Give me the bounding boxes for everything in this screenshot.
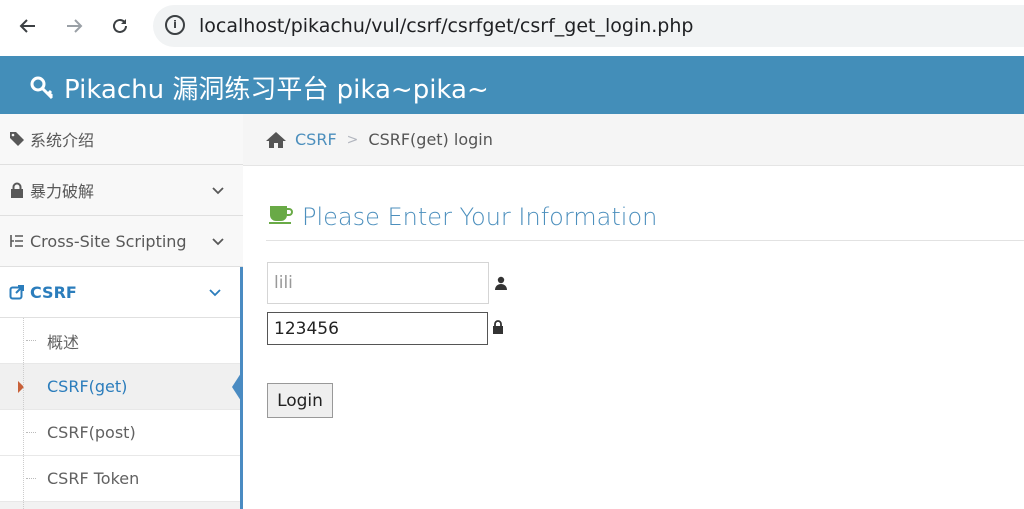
password-input[interactable]: 123456	[267, 312, 488, 345]
reload-icon[interactable]	[106, 12, 134, 40]
sidebar-item-label: Cross-Site Scripting	[30, 231, 187, 251]
title-divider	[266, 240, 1024, 241]
browser-toolbar: i localhost/pikachu/vul/csrf/csrfget/csr…	[0, 0, 1024, 56]
username-input[interactable]: lili	[267, 262, 489, 304]
key-icon	[30, 75, 56, 101]
page-title: Please Enter Your Information	[268, 203, 657, 231]
coffee-icon	[268, 203, 294, 231]
share-icon	[8, 284, 26, 300]
list-icon	[8, 233, 26, 249]
sidebar-subitem-csrf-post[interactable]: CSRF(post)	[0, 410, 241, 456]
sidebar-item-label: CSRF	[30, 282, 77, 302]
user-icon	[494, 276, 508, 295]
breadcrumb-link-csrf[interactable]: CSRF	[295, 130, 337, 149]
sidebar-item-csrf[interactable]: CSRF	[0, 267, 243, 318]
back-arrow-icon[interactable]	[14, 12, 42, 40]
lock-icon	[492, 320, 504, 339]
page-title-text: Please Enter Your Information	[302, 203, 658, 231]
brand-text: Pikachu 漏洞练习平台 pika~pika~	[64, 75, 489, 105]
sidebar-subitem-csrf-get[interactable]: CSRF(get)	[0, 364, 243, 410]
breadcrumb-current: CSRF(get) login	[368, 130, 493, 149]
home-icon[interactable]	[265, 131, 287, 149]
sidebar-subitem-overview[interactable]: 概述	[0, 318, 241, 364]
sidebar-item-xss[interactable]: Cross-Site Scripting	[0, 216, 243, 267]
subitem-label: CSRF(post)	[47, 423, 136, 442]
chevron-down-icon	[211, 183, 225, 202]
open-menu-border	[240, 267, 243, 509]
subitem-label: CSRF(get)	[47, 377, 128, 396]
sidebar-item-intro[interactable]: 系统介绍	[0, 114, 243, 165]
lock-icon	[8, 182, 26, 198]
site-info-icon[interactable]: i	[165, 15, 185, 35]
tree-line	[23, 318, 24, 509]
url-text[interactable]: localhost/pikachu/vul/csrf/csrfget/csrf_…	[199, 15, 693, 37]
sidebar-item-bruteforce[interactable]: 暴力破解	[0, 165, 243, 216]
subitem-label: 概述	[47, 332, 80, 352]
breadcrumb-separator: >	[346, 131, 359, 148]
forward-arrow-icon[interactable]	[60, 12, 88, 40]
app-header: Pikachu 漏洞练习平台 pika~pika~	[0, 56, 1024, 114]
breadcrumb: CSRF > CSRF(get) login	[243, 114, 1024, 166]
chevron-down-icon	[211, 234, 225, 253]
sidebar-item-label: 系统介绍	[30, 131, 95, 150]
address-bar[interactable]: i localhost/pikachu/vul/csrf/csrfget/csr…	[153, 5, 1024, 47]
subitem-label: CSRF Token	[47, 469, 140, 488]
chevron-down-icon	[208, 285, 222, 304]
login-button[interactable]: Login	[267, 383, 333, 418]
sidebar-item-label: 暴力破解	[30, 182, 95, 201]
tags-icon	[8, 131, 26, 147]
sidebar-subitem-csrf-token[interactable]: CSRF Token	[0, 456, 241, 502]
brand[interactable]: Pikachu 漏洞练习平台 pika~pika~	[30, 69, 489, 106]
